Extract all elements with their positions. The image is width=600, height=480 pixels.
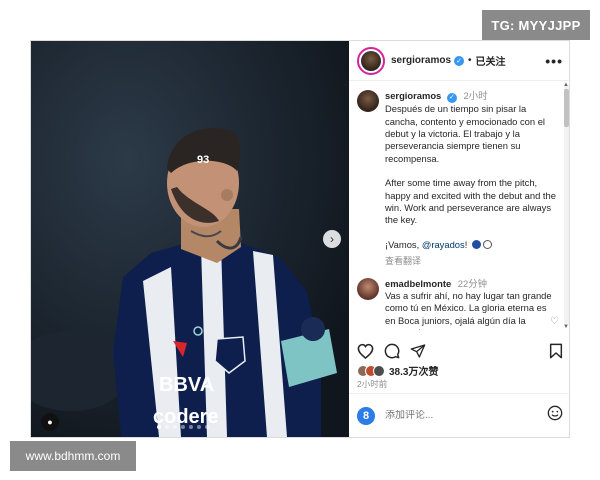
caption-closing-suffix: ! — [464, 238, 468, 250]
blue-circle-emoji-icon — [471, 239, 481, 249]
hair-number: 93 — [197, 154, 209, 166]
share-paper-plane-icon[interactable] — [410, 343, 426, 359]
add-comment-bar: 8 — [349, 393, 571, 437]
caption-text-es: Después de un tiempo sin pisar la cancha… — [385, 103, 546, 164]
like-heart-icon[interactable] — [357, 343, 374, 359]
watermark-bottom: www.bdhmm.com — [10, 441, 136, 471]
scroll-down-arrow-icon[interactable]: ▼ — [563, 324, 569, 330]
comment-username[interactable]: emadbelmonte — [385, 278, 451, 289]
liker-avatars — [357, 364, 385, 377]
mention-link[interactable]: @rayados — [422, 239, 465, 250]
comment-text: Vas a sufrir ahí, no hay lugar tan grand… — [385, 290, 552, 330]
carousel-dot — [189, 425, 193, 429]
post-sidebar: sergioramos ✓ • 已关注 ••• sergioramos ✓ 2小… — [349, 41, 571, 437]
post-actions — [349, 339, 571, 363]
caption-username[interactable]: sergioramos — [385, 90, 441, 101]
carousel-dot — [181, 425, 185, 429]
scroll-up-arrow-icon[interactable]: ▲ — [563, 82, 569, 88]
caption-time: 2小时 — [463, 90, 488, 101]
caption-closing-prefix: ¡Vamos, — [385, 238, 422, 250]
jersey-sponsor-bbva: BBVA — [159, 374, 214, 396]
header-username[interactable]: sergioramos — [391, 55, 451, 66]
comment-section[interactable]: sergioramos ✓ 2小时 Después de un tiempo s… — [349, 82, 571, 330]
instagram-post: BBVA codere 93 › ● sergioramos ✓ • 已关注 •… — [30, 40, 571, 438]
carousel-dot — [197, 425, 201, 429]
carousel-dots — [157, 425, 209, 429]
carousel-next-button[interactable]: › — [323, 230, 341, 248]
scrollbar-thumb[interactable] — [564, 89, 569, 127]
carousel-dot — [173, 425, 177, 429]
caption-text-en: After some time away from the pitch, hap… — [385, 177, 556, 226]
comment-input[interactable] — [385, 410, 535, 421]
comment-scrollbar[interactable] — [564, 85, 569, 325]
player-illustration: BBVA codere 93 — [31, 41, 349, 437]
avatar — [373, 364, 385, 377]
avatar[interactable] — [357, 46, 385, 75]
avatar[interactable] — [357, 277, 379, 300]
watermark-top: TG: MYYJJPP — [482, 10, 590, 40]
comment-like-heart-icon[interactable]: ♡ — [550, 316, 559, 327]
verified-badge-icon: ✓ — [454, 55, 465, 66]
carousel-dot — [157, 425, 161, 429]
white-circle-emoji-icon — [482, 239, 492, 249]
comment-bubble-icon[interactable] — [384, 343, 400, 359]
verified-badge-icon: ✓ — [446, 93, 457, 104]
likes-count[interactable]: 38.3万次赞 — [389, 363, 438, 378]
caption: sergioramos ✓ 2小时 Después de un tiempo s… — [357, 90, 559, 268]
comment-item: emadbelmonte 22分钟 Vas a sufrir ahí, no h… — [357, 277, 559, 330]
avatar[interactable] — [357, 90, 379, 112]
save-bookmark-icon[interactable] — [549, 343, 563, 359]
separator: • — [468, 55, 472, 66]
comment-time: 22分钟 — [457, 277, 487, 289]
carousel-dot — [205, 425, 209, 429]
caption-closing: ¡Vamos, @rayados! — [385, 239, 559, 251]
emoji-picker-button[interactable]: 8 — [357, 406, 375, 425]
see-translation-link[interactable]: 查看翻译 — [385, 255, 559, 267]
emoji-smile-icon[interactable] — [547, 405, 563, 426]
posted-time: 2小时前 — [357, 379, 388, 389]
carousel-dot — [165, 425, 169, 429]
tagged-user-icon[interactable]: ● — [41, 413, 59, 431]
likes-summary[interactable]: 38.3万次赞 — [357, 363, 438, 378]
more-options-icon[interactable]: ••• — [545, 53, 563, 69]
follow-status-button[interactable]: 已关注 — [476, 53, 506, 68]
post-photo[interactable]: BBVA codere 93 › ● — [31, 41, 349, 437]
post-header: sergioramos ✓ • 已关注 ••• — [349, 41, 571, 81]
